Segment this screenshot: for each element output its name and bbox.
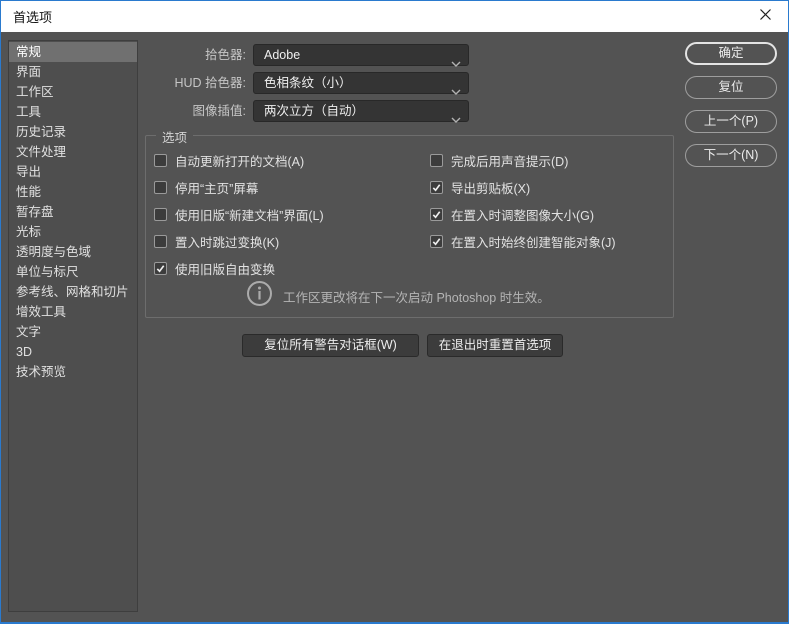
image-interpolation-label: 图像插值:	[192, 104, 246, 118]
chevron-down-icon	[451, 109, 461, 129]
sidebar-item-technology-previews[interactable]: 技术预览	[9, 362, 137, 382]
color-picker-select[interactable]: Adobe	[253, 44, 469, 67]
checkbox-box[interactable]	[430, 234, 443, 248]
hud-color-picker-label: HUD 拾色器:	[174, 76, 246, 90]
checkbox-label: 导出剪贴板(X)	[451, 181, 531, 196]
color-picker-row: 拾色器: Adobe	[96, 44, 476, 67]
category-list: 常规 界面 工作区 工具 历史记录 文件处理 导出 性能 暂存盘 光标 透明度与…	[8, 40, 138, 612]
preferences-dialog: 首选项 常规 界面 工作区 工具 历史记录 文件处理 导出 性能 暂存盘 光标 …	[0, 0, 789, 624]
checkbox-box[interactable]	[154, 234, 167, 248]
checkbox-export-clipboard[interactable]: 导出剪贴板(X)	[430, 178, 616, 196]
sidebar-item-3d[interactable]: 3D	[9, 342, 137, 362]
checkbox-box[interactable]	[430, 180, 443, 194]
close-button[interactable]	[742, 1, 788, 32]
checkbox-box[interactable]	[430, 153, 443, 167]
check-icon	[432, 183, 441, 192]
reset-preferences-on-quit-button[interactable]: 在退出时重置首选项	[427, 334, 563, 357]
checkbox-legacy-free-transform[interactable]: 使用旧版自由变换	[154, 259, 324, 277]
info-icon	[246, 280, 273, 312]
hud-color-picker-select[interactable]: 色相条纹（小）	[253, 72, 469, 95]
chevron-down-icon	[451, 53, 461, 73]
checkbox-label: 在置入时调整图像大小(G)	[451, 208, 595, 223]
checkbox-auto-update-open-documents[interactable]: 自动更新打开的文档(A)	[154, 151, 324, 169]
color-picker-value: Adobe	[264, 48, 301, 62]
sidebar-item-type[interactable]: 文字	[9, 322, 137, 342]
checkbox-label: 置入时跳过变换(K)	[175, 235, 280, 250]
sidebar-item-scratch-disks[interactable]: 暂存盘	[9, 202, 137, 222]
checkbox-beep-when-done[interactable]: 完成后用声音提示(D)	[430, 151, 616, 169]
hud-color-picker-value: 色相条纹（小）	[264, 76, 352, 90]
image-interpolation-row: 图像插值: 两次立方（自动）	[96, 100, 476, 123]
sidebar-item-performance[interactable]: 性能	[9, 182, 137, 202]
sidebar-item-guides-grid-slices[interactable]: 参考线、网格和切片	[9, 282, 137, 302]
hud-color-picker-row: HUD 拾色器: 色相条纹（小）	[96, 72, 476, 95]
image-interpolation-select[interactable]: 两次立方（自动）	[253, 100, 469, 123]
checkbox-label: 完成后用声音提示(D)	[451, 154, 569, 169]
checkbox-box[interactable]	[154, 153, 167, 167]
checkbox-always-create-smart-objects[interactable]: 在置入时始终创建智能对象(J)	[430, 232, 616, 250]
sidebar-item-export[interactable]: 导出	[9, 162, 137, 182]
dialog-title: 首选项	[13, 10, 53, 25]
checkbox-label: 使用旧版“新建文档”界面(L)	[175, 208, 324, 223]
checkbox-resize-image-during-place[interactable]: 在置入时调整图像大小(G)	[430, 205, 616, 223]
info-text: 工作区更改将在下一次启动 Photoshop 时生效。	[283, 290, 550, 305]
checkbox-box[interactable]	[154, 180, 167, 194]
sidebar-item-units-rulers[interactable]: 单位与标尺	[9, 262, 137, 282]
sidebar-item-file-handling[interactable]: 文件处理	[9, 142, 137, 162]
sidebar-item-history-log[interactable]: 历史记录	[9, 122, 137, 142]
checkbox-label: 停用“主页”屏幕	[175, 181, 259, 196]
workspace-restart-notice: 工作区更改将在下一次启动 Photoshop 时生效。	[246, 280, 550, 312]
reset-button[interactable]: 复位	[685, 76, 777, 99]
sidebar-item-cursors[interactable]: 光标	[9, 222, 137, 242]
checkbox-box[interactable]	[430, 207, 443, 221]
image-interpolation-value: 两次立方（自动）	[264, 104, 365, 118]
checkbox-label: 自动更新打开的文档(A)	[175, 154, 305, 169]
title-bar: 首选项	[1, 1, 788, 32]
checkbox-legacy-new-document[interactable]: 使用旧版“新建文档”界面(L)	[154, 205, 324, 223]
checkbox-skip-transform-when-placing[interactable]: 置入时跳过变换(K)	[154, 232, 324, 250]
checkbox-box[interactable]	[154, 207, 167, 221]
reset-all-warning-dialogs-button[interactable]: 复位所有警告对话框(W)	[242, 334, 419, 357]
chevron-down-icon	[451, 81, 461, 101]
check-icon	[432, 237, 441, 246]
checkbox-box[interactable]	[154, 261, 167, 275]
sidebar-item-plugins[interactable]: 增效工具	[9, 302, 137, 322]
color-picker-label: 拾色器:	[205, 48, 246, 62]
checkbox-label: 使用旧版自由变换	[175, 262, 276, 277]
options-left-column: 自动更新打开的文档(A) 停用“主页”屏幕 使用旧版“新建文档”界面(L) 置入…	[154, 151, 324, 286]
close-icon	[759, 8, 772, 26]
options-group: 选项 自动更新打开的文档(A) 停用“主页”屏幕 使用旧版“新建文档”界面(L)…	[145, 127, 674, 318]
check-icon	[156, 264, 165, 273]
checkbox-disable-home-screen[interactable]: 停用“主页”屏幕	[154, 178, 324, 196]
options-right-column: 完成后用声音提示(D) 导出剪贴板(X) 在置入时调整图像大小(G) 在置入时始…	[430, 151, 616, 259]
sidebar-item-transparency-gamut[interactable]: 透明度与色域	[9, 242, 137, 262]
dialog-body: 常规 界面 工作区 工具 历史记录 文件处理 导出 性能 暂存盘 光标 透明度与…	[1, 32, 788, 622]
next-button[interactable]: 下一个(N)	[685, 144, 777, 167]
check-icon	[432, 210, 441, 219]
options-group-legend: 选项	[156, 127, 194, 146]
ok-button[interactable]: 确定	[685, 42, 777, 65]
checkbox-label: 在置入时始终创建智能对象(J)	[451, 235, 616, 250]
prev-button[interactable]: 上一个(P)	[685, 110, 777, 133]
